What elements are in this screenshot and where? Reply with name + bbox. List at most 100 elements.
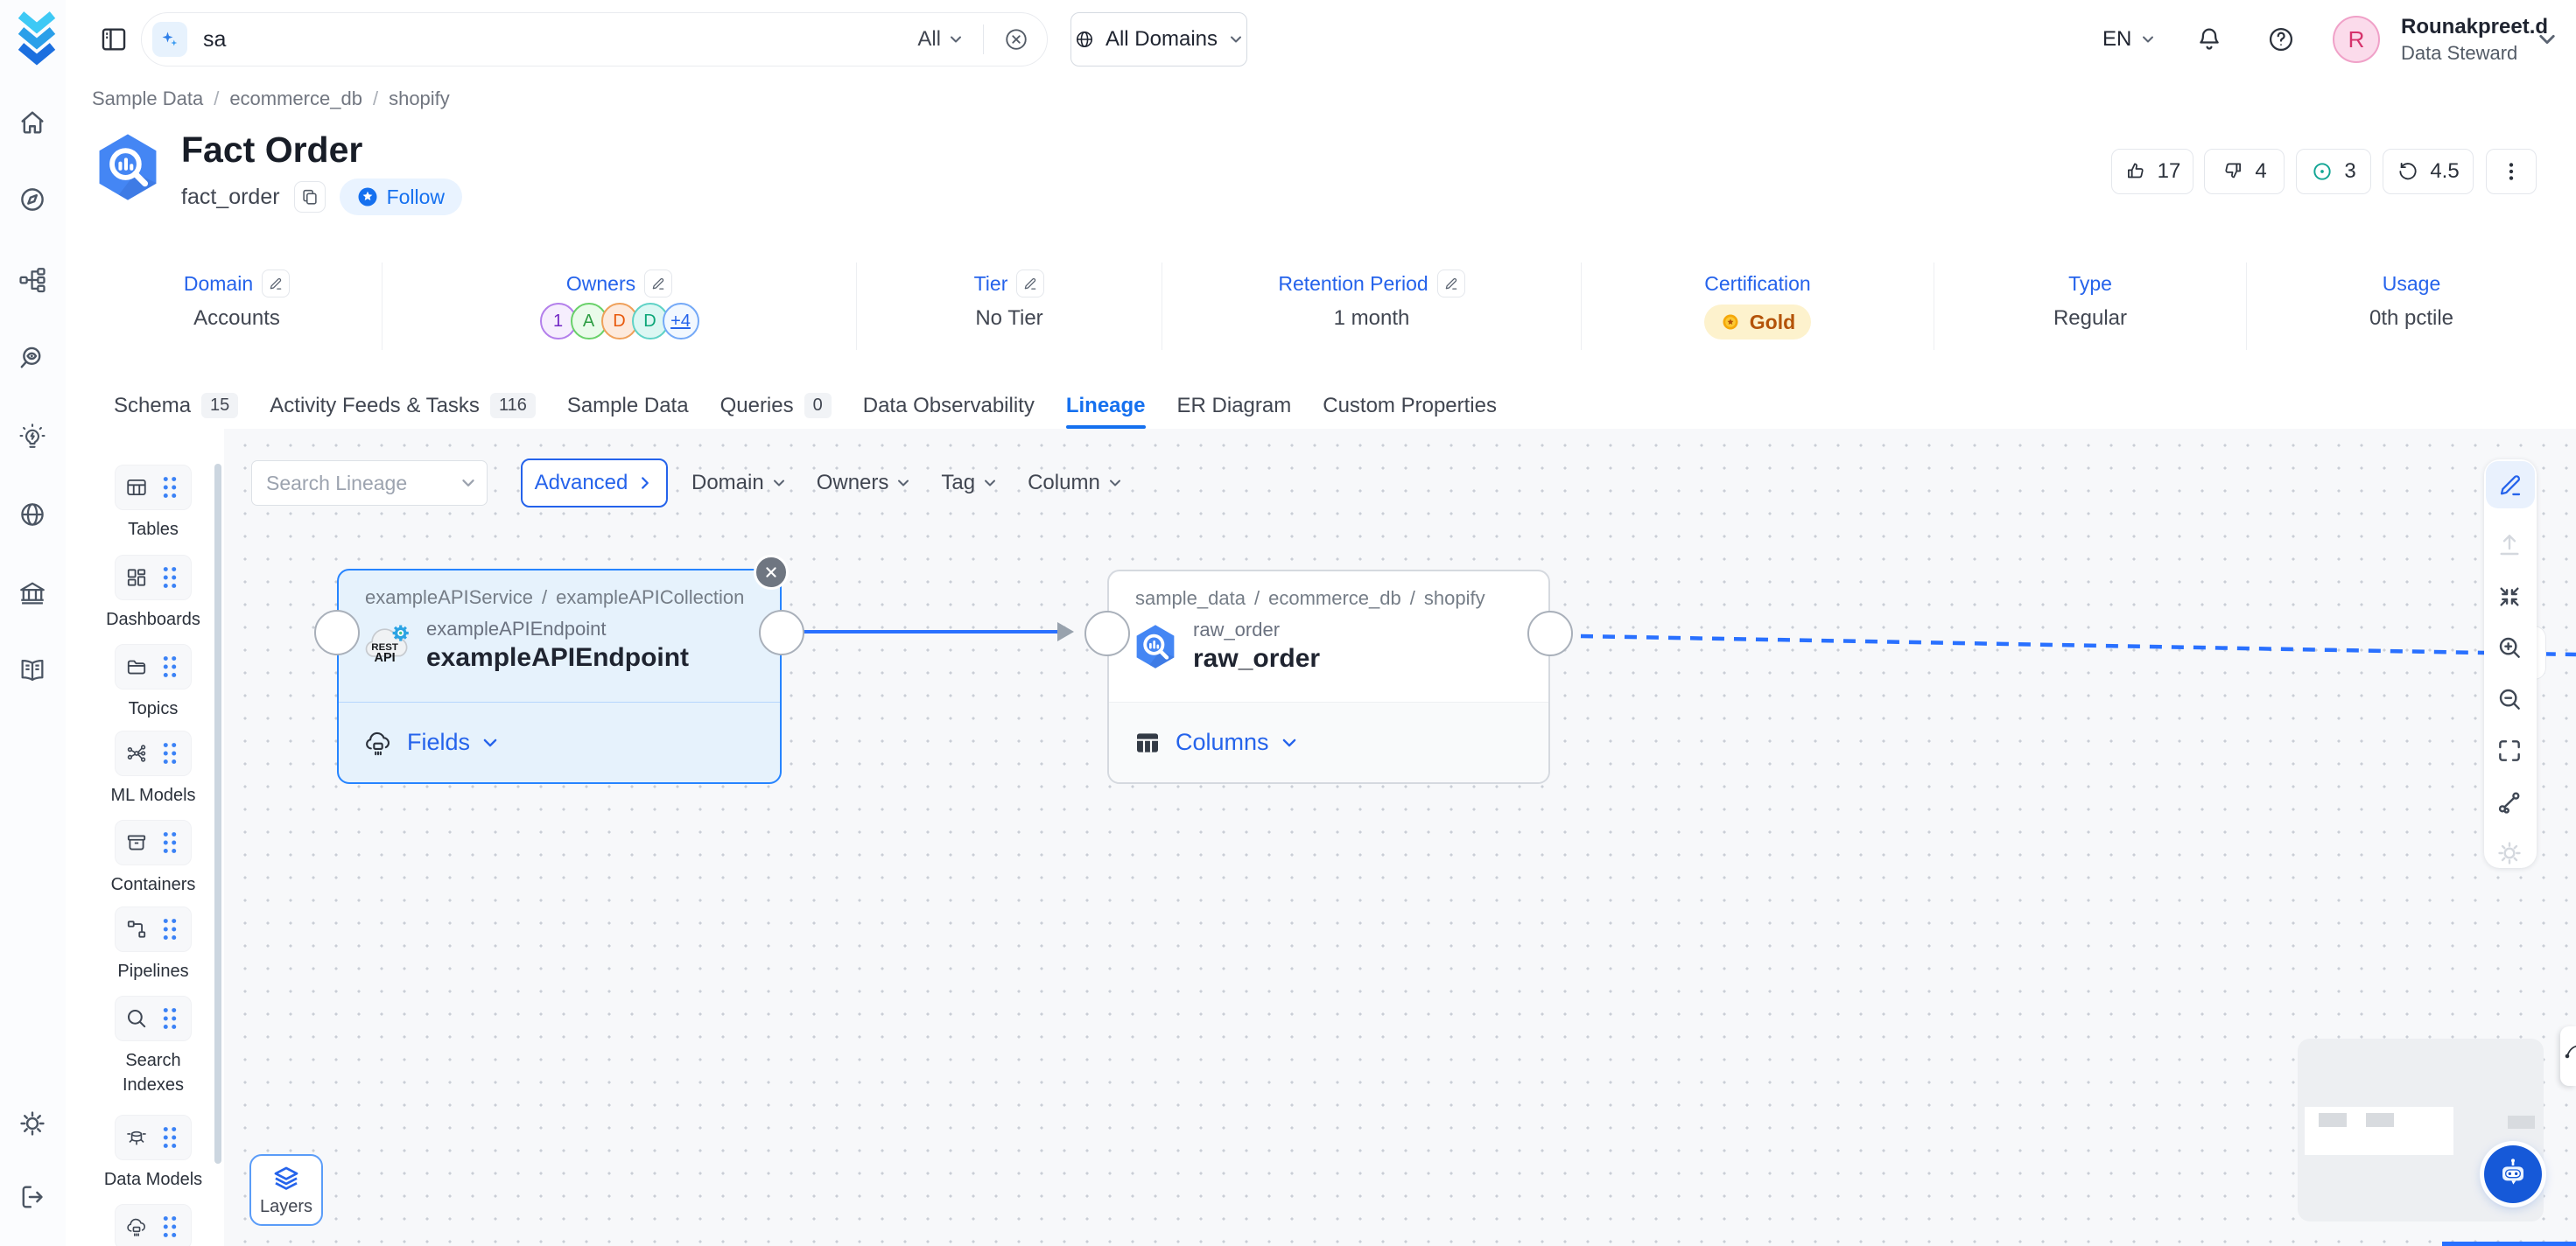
drag-card-data-models[interactable]: [115, 1115, 192, 1160]
edit-retention-button[interactable]: [1437, 270, 1465, 298]
filter-owners[interactable]: Owners: [817, 471, 912, 495]
open-tasks-button[interactable]: 3: [2296, 149, 2371, 194]
drag-card-api-endpoints[interactable]: [115, 1204, 192, 1246]
home-icon[interactable]: [18, 108, 47, 137]
data-flow-icon[interactable]: [18, 265, 47, 295]
breadcrumb-schema[interactable]: shopify: [389, 88, 450, 110]
version-button[interactable]: 4.5: [2383, 149, 2474, 194]
drag-card-topics[interactable]: [115, 644, 192, 690]
tab-queries[interactable]: Queries0: [720, 382, 832, 429]
usage-summary: Usage 0th pctile: [2247, 262, 2576, 350]
sidebar-toggle-icon[interactable]: [99, 24, 129, 54]
governance-bank-icon[interactable]: [18, 578, 47, 608]
drag-card-ml-models[interactable]: [115, 731, 192, 776]
chatbot-button[interactable]: [2484, 1145, 2542, 1203]
tab-custom-properties[interactable]: Custom Properties: [1323, 382, 1497, 429]
language-selector[interactable]: EN: [2102, 0, 2156, 79]
lineage-node-exampleapiendpoint[interactable]: exampleAPIService/exampleAPICollection e…: [337, 569, 782, 784]
explore-compass-icon[interactable]: [18, 185, 47, 214]
thumbs-up-icon: [2124, 160, 2147, 183]
edit-owners-button[interactable]: [644, 270, 672, 298]
filter-column[interactable]: Column: [1028, 471, 1123, 495]
node-handle-left[interactable]: [314, 610, 360, 655]
lineage-search-input[interactable]: [251, 460, 488, 506]
filter-domain[interactable]: Domain: [691, 471, 787, 495]
tab-sample-data[interactable]: Sample Data: [567, 382, 689, 429]
tab-lineage[interactable]: Lineage: [1066, 382, 1146, 429]
more-owners-avatar[interactable]: +4: [663, 303, 699, 340]
observability-icon[interactable]: [18, 344, 47, 374]
node-title[interactable]: raw_order: [1193, 644, 1320, 674]
follow-button[interactable]: Follow: [340, 178, 462, 215]
gear-icon: [2495, 839, 2523, 867]
notifications-bell-icon[interactable]: [2194, 24, 2224, 54]
remove-node-button[interactable]: [754, 555, 789, 590]
lineage-canvas[interactable]: Tables Dashboards Topics ML Models Conta…: [66, 429, 2576, 1246]
domains-globe-icon[interactable]: [18, 500, 47, 529]
fullscreen-button[interactable]: [2495, 737, 2525, 766]
usage-value: 0th pctile: [2369, 306, 2453, 331]
clipped-edge-card[interactable]: [2560, 1026, 2576, 1086]
downvote-button[interactable]: 4: [2204, 149, 2285, 194]
node-handle-right[interactable]: [759, 610, 804, 655]
user-name: Rounakpreet.d: [2401, 15, 2548, 39]
zoom-in-button[interactable]: [2495, 634, 2525, 662]
lineage-settings-button[interactable]: [2495, 839, 2525, 868]
kebab-menu-icon: [2500, 160, 2523, 183]
drag-handle-icon: [158, 1007, 181, 1030]
edge-style-button[interactable]: [2495, 788, 2525, 817]
user-avatar[interactable]: R: [2333, 16, 2380, 63]
entity-panel-scrollbar[interactable]: [214, 464, 221, 1164]
export-lineage-button[interactable]: [2495, 531, 2525, 560]
clear-search-icon[interactable]: [1003, 26, 1029, 52]
search-scope-dropdown[interactable]: All: [917, 27, 964, 52]
node-handle-left[interactable]: [1084, 611, 1130, 656]
bigquery-table-icon: [1132, 623, 1179, 670]
zoom-out-button[interactable]: [2495, 685, 2525, 714]
node-title[interactable]: exampleAPIEndpoint: [426, 643, 689, 673]
node-handle-right[interactable]: [1527, 611, 1573, 656]
user-menu-chevron-icon[interactable]: [2536, 28, 2558, 58]
insights-bulb-icon[interactable]: [18, 423, 47, 452]
edit-domain-button[interactable]: [262, 270, 290, 298]
copy-name-button[interactable]: [294, 181, 326, 213]
drag-card-tables[interactable]: [115, 465, 192, 510]
app-logo[interactable]: [18, 10, 56, 66]
tab-er-diagram[interactable]: ER Diagram: [1177, 382, 1292, 429]
search-input[interactable]: [203, 27, 917, 52]
node-breadcrumb: sample_data/ecommerce_db/shopify: [1109, 571, 1548, 610]
filter-tag[interactable]: Tag: [941, 471, 998, 495]
all-domains-button[interactable]: All Domains: [1070, 12, 1247, 66]
horizontal-scrollbar-thumb[interactable]: [2442, 1242, 2576, 1246]
expand-columns-link[interactable]: Columns: [1176, 729, 1299, 756]
drag-card-pipelines[interactable]: [115, 906, 192, 952]
tab-activity-feeds[interactable]: Activity Feeds & Tasks116: [270, 382, 536, 429]
api-endpoint-icon: [125, 1215, 148, 1238]
breadcrumb-service[interactable]: Sample Data: [92, 88, 203, 110]
tab-schema[interactable]: Schema15: [114, 382, 238, 429]
layers-button[interactable]: Layers: [249, 1154, 323, 1226]
edit-lineage-button[interactable]: [2486, 461, 2535, 508]
domain-value[interactable]: Accounts: [193, 306, 280, 331]
settings-gear-icon[interactable]: [18, 1109, 47, 1138]
tab-data-observability[interactable]: Data Observability: [863, 382, 1035, 429]
drag-handle-icon: [158, 566, 181, 589]
drag-card-containers[interactable]: [115, 820, 192, 865]
global-search-bar[interactable]: All: [141, 12, 1048, 66]
drag-card-search-indexes[interactable]: [115, 996, 192, 1041]
help-icon[interactable]: [2266, 24, 2296, 54]
lineage-node-raw-order[interactable]: sample_data/ecommerce_db/shopify raw_ord…: [1107, 570, 1550, 784]
more-actions-button[interactable]: [2486, 149, 2537, 194]
lineage-search: [251, 460, 488, 506]
chevron-down-icon: [982, 475, 998, 491]
glossary-book-icon[interactable]: [18, 655, 47, 685]
fit-view-button[interactable]: [2495, 583, 2525, 612]
drag-handle-icon: [158, 918, 181, 941]
drag-card-dashboards[interactable]: [115, 555, 192, 600]
breadcrumb-database[interactable]: ecommerce_db: [229, 88, 362, 110]
edit-tier-button[interactable]: [1016, 270, 1044, 298]
advanced-filter-button[interactable]: Advanced: [521, 458, 668, 508]
logout-icon[interactable]: [18, 1182, 47, 1212]
expand-fields-link[interactable]: Fields: [407, 729, 500, 756]
upvote-button[interactable]: 17: [2111, 149, 2193, 194]
